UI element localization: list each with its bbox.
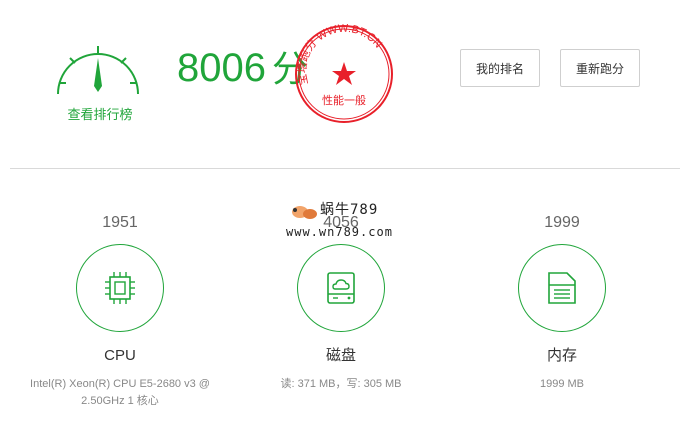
cpu-detail: Intel(R) Xeon(R) CPU E5-2680 v3 @ 2.50GH… [30,378,210,407]
gauge-icon [57,46,139,95]
memory-detail: 1999 MB [539,378,585,390]
my-rank-button[interactable]: 我的排名 [460,49,540,87]
disk-icon-circle [297,244,385,332]
divider [10,168,680,169]
chip-icon [105,272,135,304]
star-icon [332,62,356,85]
view-leaderboard-link[interactable]: 查看排行榜 [58,104,142,123]
rerun-benchmark-button[interactable]: 重新跑分 [560,49,640,87]
cpu-label: CPU [104,347,136,364]
stamp-bottom-text: 性能一般 [322,93,366,107]
cpu-icon-circle [76,244,164,332]
memory-card-icon [548,272,576,304]
memory-label: 内存 [546,347,577,364]
memory-card: 1999 内存 1999 MB [452,200,672,393]
memory-icon-circle [518,244,606,332]
rating-stamp: 宝塔跑分 WWW.BT.CN 性能一般 [295,23,393,123]
total-score: 8006 分 [177,42,308,95]
score-value: 8006 [177,46,266,90]
cpu-score: 1951 [102,214,138,231]
cloud-drive-icon [327,272,355,304]
cpu-card: 1951 CPU Intel(R) Xeon(R) CPU E5-2680 v3… [10,200,230,410]
watermark-url: www.wn789.com [286,225,393,239]
disk-label: 磁盘 [325,347,356,364]
memory-score: 1999 [544,214,580,231]
watermark-text: 蜗牛789 [320,202,379,218]
disk-detail: 读: 371 MB，写: 305 MB [280,378,402,390]
